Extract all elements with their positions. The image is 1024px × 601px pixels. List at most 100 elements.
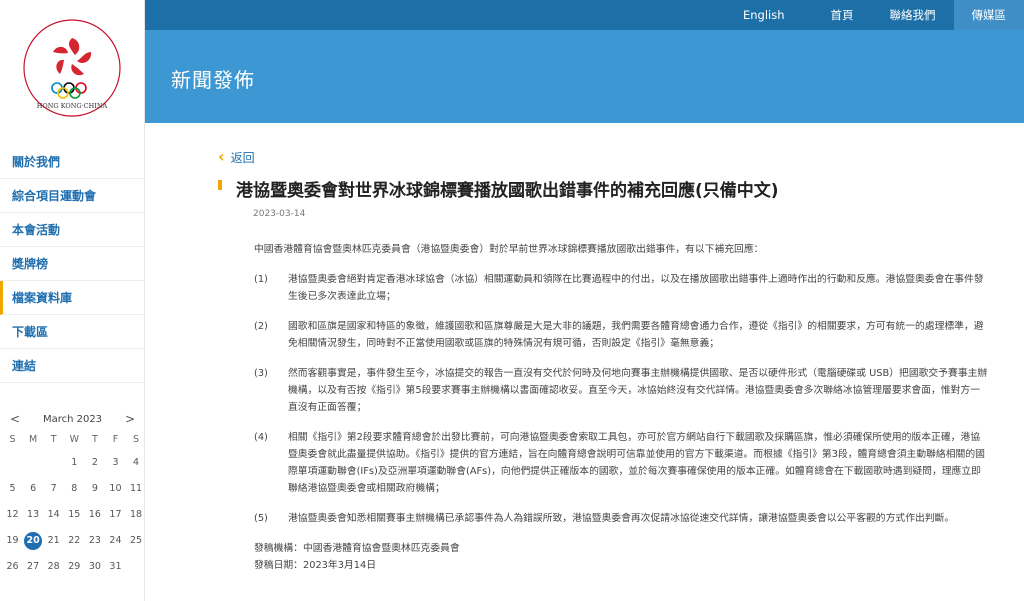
paragraph-text: 然而客觀事實是，事件發生至今，冰協提交的報告一直沒有交代於何時及何地向賽事主辦機… xyxy=(288,368,988,413)
calendar-month-label: March 2023 xyxy=(42,413,103,425)
calendar-day[interactable]: 9 xyxy=(85,476,104,502)
calendar-day[interactable]: 26 xyxy=(3,554,22,580)
calendar-day-number: 23 xyxy=(88,535,101,546)
calendar-weekday: S xyxy=(9,434,16,445)
calendar-day[interactable]: 15 xyxy=(65,502,84,528)
article-intro: 中國香港體育協會暨奧林匹克委員會（港協暨奧委會）對於早前世界冰球錦標賽播放國歌出… xyxy=(254,244,764,255)
calendar-day[interactable]: 14 xyxy=(44,502,63,528)
sidebar-item-activities[interactable]: 本會活動 xyxy=(0,213,145,247)
calendar-day[interactable]: 23 xyxy=(85,528,104,554)
calendar-day[interactable]: 8 xyxy=(65,476,84,502)
article-paragraph: (4) 相關《指引》第2段要求體育總會於出發比賽前，可向港協暨奧委會索取工具包，亦… xyxy=(254,429,988,510)
english-link[interactable]: English xyxy=(725,0,803,30)
calendar-day-number: 13 xyxy=(27,509,40,520)
calendar-empty-cell xyxy=(24,450,43,476)
calendar-day[interactable]: 22 xyxy=(65,528,84,554)
sidebar: HONG KONG·CHINA 關於我們 綜合項目運動會 本會活動 獎牌榜 檔案… xyxy=(0,0,145,601)
page-title: 新聞發佈 xyxy=(171,68,255,92)
sidebar-item-multi-sport-games[interactable]: 綜合項目運動會 xyxy=(0,179,145,213)
calendar-day-number: 11 xyxy=(130,483,143,494)
calendar-day[interactable]: 16 xyxy=(85,502,104,528)
calendar-empty-cell xyxy=(3,450,22,476)
calendar-day[interactable]: 28 xyxy=(44,554,63,580)
paragraph-text: 港協暨奧委會絕對肯定香港冰球協會（冰協）相關運動員和領隊在比賽過程中的付出，以及… xyxy=(288,274,984,302)
calendar-day-number: 30 xyxy=(88,561,101,572)
logo-caption: HONG KONG·CHINA xyxy=(37,102,108,110)
calendar-day-number: 2 xyxy=(91,457,98,468)
calendar-day-number: 5 xyxy=(9,483,16,494)
calendar-day[interactable]: 25 xyxy=(127,528,146,554)
calendar-day-number: 16 xyxy=(88,509,101,520)
article-footer: 發稿機構：中國香港體育協會暨奧林匹克委員會 發稿日期：2023年3月14日 xyxy=(254,540,988,574)
calendar-day[interactable]: 2 xyxy=(85,450,104,476)
paragraph-number: (3) xyxy=(254,368,268,379)
back-link[interactable]: ‹ 返回 xyxy=(218,147,998,166)
calendar-day[interactable]: 30 xyxy=(85,554,104,580)
calendar-day-number: 1 xyxy=(71,457,78,468)
calendar-day[interactable]: 3 xyxy=(106,450,125,476)
calendar-day-number: 10 xyxy=(109,483,122,494)
calendar-day-number: 25 xyxy=(130,535,143,546)
calendar-day[interactable]: 13 xyxy=(24,502,43,528)
sidebar-nav: 關於我們 綜合項目運動會 本會活動 獎牌榜 檔案資料庫 下載區 連結 xyxy=(0,145,145,383)
paragraph-text: 國歌和區旗是國家和特區的象徵，維護國歌和區旗尊嚴是大是大非的議題，我們需要各體育… xyxy=(288,321,984,349)
paragraph-text: 相關《指引》第2段要求體育總會於出發比賽前，可向港協暨奧委會索取工具包，亦可於官… xyxy=(288,432,985,494)
article-paragraph: (5) 港協暨奧委會知悉相關賽事主辦機構已承認事件為人為錯誤所致，港協暨奧委會再次… xyxy=(254,510,988,540)
calendar-day[interactable]: 7 xyxy=(44,476,63,502)
calendar: < March 2023 > S M T W T F S 1 2 3 4 5 6 7 8 9 10 11 12 13 1… xyxy=(0,408,145,580)
issuer: 發稿機構：中國香港體育協會暨奧林匹克委員會 xyxy=(254,543,460,554)
sidebar-item-about[interactable]: 關於我們 xyxy=(0,145,145,179)
calendar-grid: S M T W T F S 1 2 3 4 5 6 7 8 9 10 11 12 13 14 15 16 17 18 19 20 21… xyxy=(0,430,145,580)
calendar-day-number: 24 xyxy=(109,535,122,546)
article-body: 中國香港體育協會暨奧林匹克委員會（港協暨奧委會）對於早前世界冰球錦標賽播放國歌出… xyxy=(254,241,988,574)
calendar-day-number: 27 xyxy=(27,561,40,572)
calendar-day[interactable]: 12 xyxy=(3,502,22,528)
top-bar: English 首頁 聯絡我們 傳媒區 xyxy=(145,0,1024,30)
calendar-day-number: 7 xyxy=(50,483,57,494)
calendar-day[interactable]: 19 xyxy=(3,528,22,554)
calendar-day[interactable]: 27 xyxy=(24,554,43,580)
calendar-day-number: 8 xyxy=(71,483,78,494)
calendar-day[interactable]: 5 xyxy=(3,476,22,502)
calendar-day[interactable]: 11 xyxy=(127,476,146,502)
calendar-day-number: 26 xyxy=(6,561,19,572)
sidebar-item-archive[interactable]: 檔案資料庫 xyxy=(0,281,145,315)
calendar-day[interactable]: 10 xyxy=(106,476,125,502)
article-paragraph: (3) 然而客觀事實是，事件發生至今，冰協提交的報告一直沒有交代於何時及何地向賽事… xyxy=(254,365,988,429)
calendar-day-number: 28 xyxy=(47,561,60,572)
calendar-day-number: 29 xyxy=(68,561,81,572)
sidebar-item-medal-table[interactable]: 獎牌榜 xyxy=(0,247,145,281)
calendar-day[interactable]: 17 xyxy=(106,502,125,528)
calendar-day[interactable]: 21 xyxy=(44,528,63,554)
article-paragraph: (1) 港協暨奧委會絕對肯定香港冰球協會（冰協）相關運動員和領隊在比賽過程中的付出… xyxy=(254,271,988,318)
calendar-prev-button[interactable]: < xyxy=(8,412,22,426)
calendar-day[interactable]: 1 xyxy=(65,450,84,476)
calendar-day[interactable]: 4 xyxy=(127,450,146,476)
sidebar-item-downloads[interactable]: 下載區 xyxy=(0,315,145,349)
calendar-day[interactable]: 24 xyxy=(106,528,125,554)
sidebar-item-links[interactable]: 連結 xyxy=(0,349,145,383)
calendar-day-selected[interactable]: 20 xyxy=(24,528,43,554)
calendar-day-number: 6 xyxy=(30,483,37,494)
article-paragraph: (2) 國歌和區旗是國家和特區的象徵，維護國歌和區旗尊嚴是大是大非的議題，我們需要… xyxy=(254,318,988,365)
paragraph-text: 港協暨奧委會知悉相關賽事主辦機構已承認事件為人為錯誤所致，港協暨奧委會再次促請冰… xyxy=(288,513,955,524)
calendar-day-number: 17 xyxy=(109,509,122,520)
top-nav: English 首頁 聯絡我們 傳媒區 xyxy=(725,0,1024,30)
calendar-day-number: 19 xyxy=(6,535,19,546)
calendar-weekday: T xyxy=(91,434,98,445)
calendar-day[interactable]: 18 xyxy=(127,502,146,528)
calendar-day[interactable]: 29 xyxy=(65,554,84,580)
home-link[interactable]: 首頁 xyxy=(813,0,872,30)
media-zone-link[interactable]: 傳媒區 xyxy=(953,0,1024,30)
back-label: 返回 xyxy=(230,150,255,165)
calendar-day-number: 14 xyxy=(47,509,60,520)
calendar-day[interactable]: 6 xyxy=(24,476,43,502)
calendar-day[interactable]: 31 xyxy=(106,554,125,580)
calendar-weekday: F xyxy=(112,434,119,445)
calendar-day-number: 20 xyxy=(24,532,43,550)
calendar-day-number: 21 xyxy=(47,535,60,546)
calendar-next-button[interactable]: > xyxy=(123,412,137,426)
calendar-weekday: S xyxy=(133,434,140,445)
contact-link[interactable]: 聯絡我們 xyxy=(872,0,954,30)
sfoc-logo[interactable]: HONG KONG·CHINA xyxy=(22,18,122,118)
